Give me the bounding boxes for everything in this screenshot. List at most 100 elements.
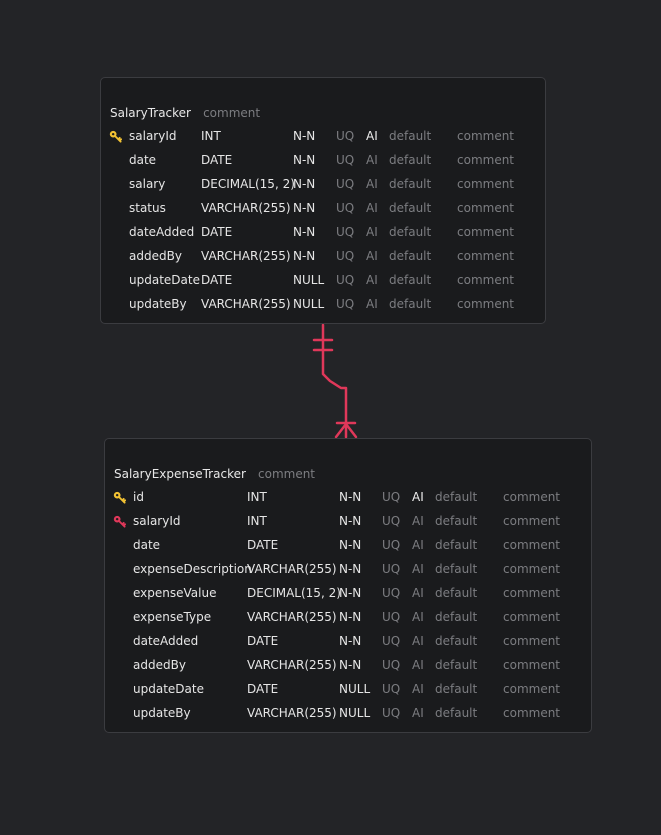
column-comment[interactable]: comment [503, 632, 560, 650]
default-value[interactable]: default [435, 632, 477, 650]
column-name[interactable]: date [133, 536, 160, 554]
auto-increment-flag[interactable]: AI [412, 584, 424, 602]
column-type[interactable]: DATE [247, 632, 278, 650]
column-row[interactable]: expenseType VARCHAR(255) N-N UQ AI default com… [105, 608, 591, 626]
nullable-flag[interactable]: N-N [339, 584, 361, 602]
column-name[interactable]: dateAdded [133, 632, 198, 650]
auto-increment-flag[interactable]: AI [366, 127, 378, 145]
auto-increment-flag[interactable]: AI [366, 199, 378, 217]
table-name[interactable]: SalaryExpenseTracker [114, 467, 246, 481]
column-comment[interactable]: comment [503, 560, 560, 578]
auto-increment-flag[interactable]: AI [412, 632, 424, 650]
unique-flag[interactable]: UQ [336, 175, 354, 193]
column-comment[interactable]: comment [457, 223, 514, 241]
auto-increment-flag[interactable]: AI [366, 175, 378, 193]
column-row[interactable]: date DATE N-N UQ AI default comment [101, 151, 545, 169]
column-comment[interactable]: comment [457, 199, 514, 217]
column-row[interactable]: status VARCHAR(255) N-N UQ AI default comment [101, 199, 545, 217]
default-value[interactable]: default [435, 704, 477, 722]
column-row[interactable]: addedBy VARCHAR(255) N-N UQ AI default comment [105, 656, 591, 674]
unique-flag[interactable]: UQ [336, 223, 354, 241]
default-value[interactable]: default [389, 127, 431, 145]
column-comment[interactable]: comment [503, 512, 560, 530]
column-comment[interactable]: comment [457, 295, 514, 313]
default-value[interactable]: default [389, 271, 431, 289]
default-value[interactable]: default [389, 223, 431, 241]
nullable-flag[interactable]: N-N [339, 656, 361, 674]
column-row[interactable]: id INT N-N UQ AI default comment [105, 488, 591, 506]
column-name[interactable]: salary [129, 175, 165, 193]
column-type[interactable]: VARCHAR(255) [247, 656, 337, 674]
column-comment[interactable]: comment [457, 247, 514, 265]
column-type[interactable]: INT [201, 127, 221, 145]
auto-increment-flag[interactable]: AI [366, 247, 378, 265]
column-comment[interactable]: comment [503, 680, 560, 698]
column-row[interactable]: dateAdded DATE N-N UQ AI default comment [105, 632, 591, 650]
column-row[interactable]: updateDate DATE NULL UQ AI default comment [105, 680, 591, 698]
column-type[interactable]: DECIMAL(15, 2) [201, 175, 295, 193]
default-value[interactable]: default [435, 680, 477, 698]
column-type[interactable]: VARCHAR(255) [201, 247, 291, 265]
default-value[interactable]: default [435, 512, 477, 530]
default-value[interactable]: default [389, 247, 431, 265]
auto-increment-flag[interactable]: AI [366, 271, 378, 289]
column-name[interactable]: status [129, 199, 166, 217]
unique-flag[interactable]: UQ [336, 199, 354, 217]
unique-flag[interactable]: UQ [336, 295, 354, 313]
unique-flag[interactable]: UQ [382, 536, 400, 554]
default-value[interactable]: default [389, 295, 431, 313]
nullable-flag[interactable]: N-N [339, 632, 361, 650]
auto-increment-flag[interactable]: AI [412, 536, 424, 554]
unique-flag[interactable]: UQ [336, 271, 354, 289]
nullable-flag[interactable]: N-N [293, 247, 315, 265]
auto-increment-flag[interactable]: AI [412, 488, 424, 506]
column-name[interactable]: salaryId [129, 127, 176, 145]
column-name[interactable]: salaryId [133, 512, 180, 530]
column-name[interactable]: updateDate [133, 680, 204, 698]
table-header[interactable]: SalaryTracker comment [110, 104, 260, 120]
unique-flag[interactable]: UQ [382, 512, 400, 530]
column-name[interactable]: expenseDescription [133, 560, 252, 578]
nullable-flag[interactable]: N-N [339, 560, 361, 578]
column-name[interactable]: id [133, 488, 144, 506]
auto-increment-flag[interactable]: AI [412, 704, 424, 722]
column-row[interactable]: date DATE N-N UQ AI default comment [105, 536, 591, 554]
nullable-flag[interactable]: N-N [293, 175, 315, 193]
column-type[interactable]: DATE [201, 151, 232, 169]
unique-flag[interactable]: UQ [382, 560, 400, 578]
column-comment[interactable]: comment [503, 536, 560, 554]
column-type[interactable]: DATE [201, 223, 232, 241]
nullable-flag[interactable]: N-N [293, 199, 315, 217]
default-value[interactable]: default [389, 151, 431, 169]
column-name[interactable]: expenseType [133, 608, 211, 626]
nullable-flag[interactable]: N-N [293, 151, 315, 169]
column-name[interactable]: date [129, 151, 156, 169]
column-name[interactable]: updateDate [129, 271, 200, 289]
column-type[interactable]: VARCHAR(255) [247, 560, 337, 578]
table-salary-tracker[interactable]: SalaryTracker comment salaryId INT N-N UQ AI… [100, 77, 546, 324]
unique-flag[interactable]: UQ [382, 632, 400, 650]
column-comment[interactable]: comment [503, 656, 560, 674]
column-row[interactable]: salary DECIMAL(15, 2) N-N UQ AI default commen… [101, 175, 545, 193]
column-name[interactable]: updateBy [129, 295, 187, 313]
table-name[interactable]: SalaryTracker [110, 106, 191, 120]
auto-increment-flag[interactable]: AI [412, 512, 424, 530]
unique-flag[interactable]: UQ [336, 127, 354, 145]
table-header[interactable]: SalaryExpenseTracker comment [114, 465, 315, 481]
default-value[interactable]: default [435, 584, 477, 602]
column-name[interactable]: updateBy [133, 704, 191, 722]
column-type[interactable]: DATE [247, 680, 278, 698]
column-type[interactable]: VARCHAR(255) [247, 704, 337, 722]
column-comment[interactable]: comment [457, 151, 514, 169]
column-comment[interactable]: comment [457, 175, 514, 193]
nullable-flag[interactable]: NULL [339, 704, 370, 722]
column-type[interactable]: VARCHAR(255) [201, 199, 291, 217]
nullable-flag[interactable]: N-N [339, 608, 361, 626]
auto-increment-flag[interactable]: AI [366, 223, 378, 241]
table-salary-expense-tracker[interactable]: SalaryExpenseTracker comment id INT N-N UQ A… [104, 438, 592, 733]
default-value[interactable]: default [435, 488, 477, 506]
column-type[interactable]: DATE [201, 271, 232, 289]
column-comment[interactable]: comment [457, 127, 514, 145]
table-comment[interactable]: comment [258, 467, 315, 481]
column-name[interactable]: dateAdded [129, 223, 194, 241]
